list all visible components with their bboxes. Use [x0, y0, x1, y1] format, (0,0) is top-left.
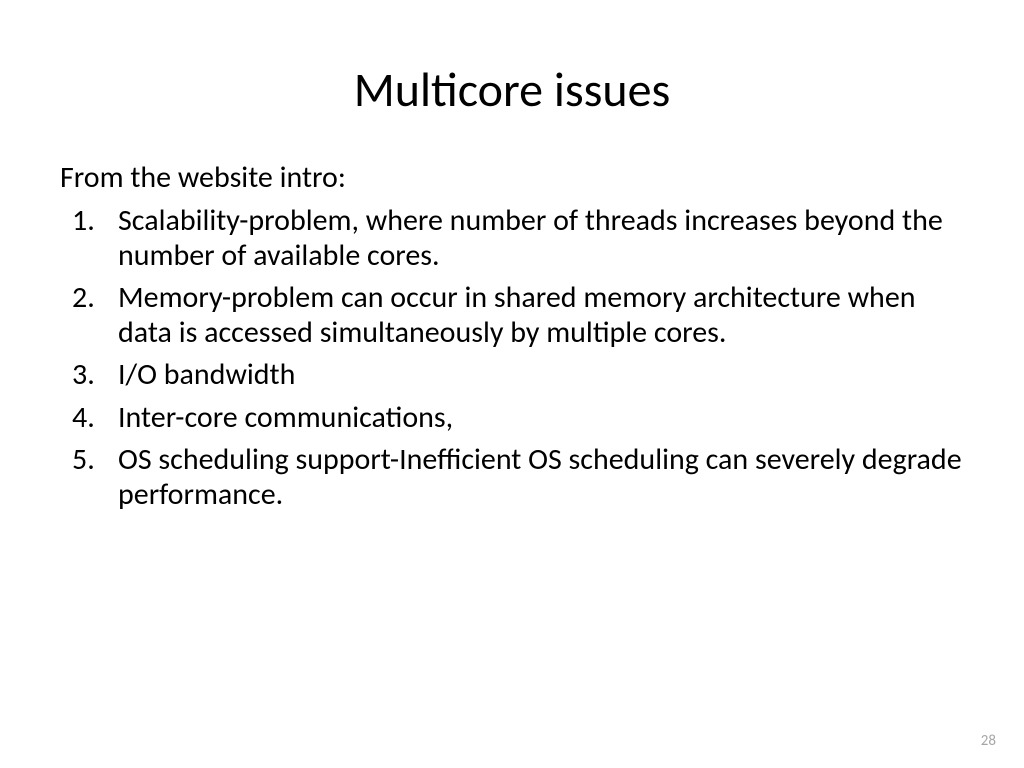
list-item: Scalability-problem, where number of thr… [60, 204, 964, 273]
page-number: 28 [981, 732, 996, 750]
slide-title: Multicore issues [60, 60, 964, 119]
list-item: I/O bandwidth [60, 358, 964, 393]
intro-text: From the website intro: [60, 159, 964, 196]
issues-list: Scalability-problem, where number of thr… [60, 204, 964, 512]
list-item: OS scheduling support-Inefficient OS sch… [60, 443, 964, 512]
list-item: Inter-core communications, [60, 401, 964, 436]
list-item: Memory-problem can occur in shared memor… [60, 281, 964, 350]
slide-container: Multicore issues From the website intro:… [0, 0, 1024, 768]
